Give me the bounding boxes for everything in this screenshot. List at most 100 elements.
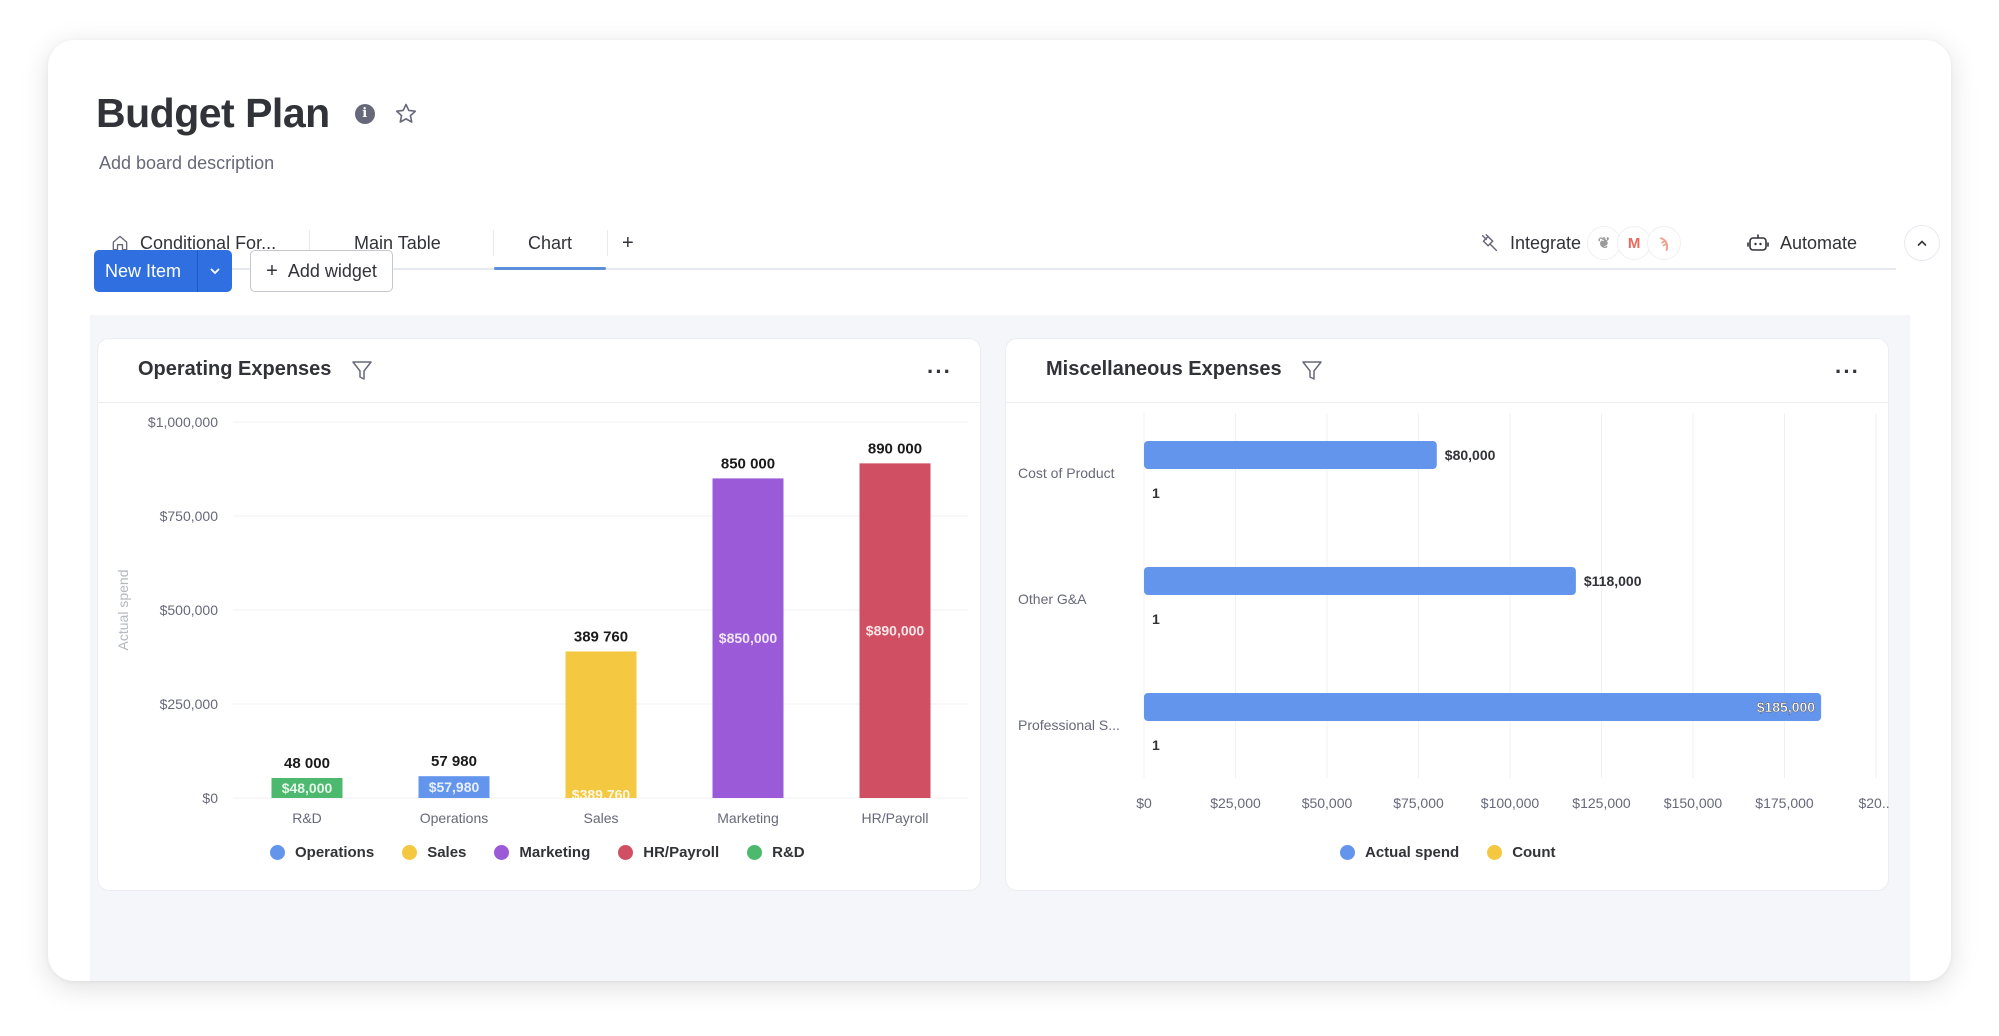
integrate-button[interactable]: Integrate ❦ M ϡ bbox=[1478, 218, 1682, 268]
add-view-label: + bbox=[622, 231, 634, 254]
x-tick-label: Operations bbox=[420, 810, 488, 826]
plus-icon: + bbox=[266, 259, 278, 282]
dashboard-area: Operating Expenses ··· $0 $250,000 $500,00… bbox=[90, 315, 1910, 981]
legend-label: Sales bbox=[427, 844, 467, 861]
collapse-header-button[interactable] bbox=[1904, 225, 1940, 261]
tab-separator bbox=[607, 230, 608, 256]
bar-value-label: $118,000 bbox=[1584, 573, 1642, 589]
bar bbox=[565, 651, 637, 798]
miscellaneous-expenses-widget: Miscellaneous Expenses ··· $0 $25,000 $50,… bbox=[1005, 338, 1890, 891]
legend-item[interactable]: Count bbox=[1487, 844, 1556, 861]
chart-legend: Actual spend Count bbox=[1340, 844, 1584, 861]
filter-icon[interactable] bbox=[1301, 359, 1323, 383]
robot-icon bbox=[1747, 234, 1769, 251]
bar-value-label: $80,000 bbox=[1445, 447, 1496, 463]
automate-label: Automate bbox=[1780, 232, 1858, 253]
y-tick-label: $250,000 bbox=[160, 696, 219, 712]
bar-value-label: 48 000 bbox=[284, 755, 330, 772]
y-tick-label: Professional S... bbox=[1018, 717, 1120, 733]
count-value-label: 1 bbox=[1152, 737, 1160, 753]
x-tick-label: $25,000 bbox=[1210, 795, 1261, 811]
bar-inner-label: $850,000 bbox=[719, 630, 778, 646]
legend-dot bbox=[1340, 845, 1355, 860]
y-axis-label: Actual spend bbox=[115, 570, 131, 651]
count-value-label: 1 bbox=[1152, 485, 1160, 501]
x-tick-label: Sales bbox=[583, 810, 618, 826]
x-tick-label: R&D bbox=[292, 810, 322, 826]
widget-header: Operating Expenses ··· bbox=[98, 339, 980, 403]
legend-item[interactable]: Actual spend bbox=[1340, 844, 1459, 861]
add-widget-label: Add widget bbox=[287, 260, 377, 281]
bar-value-label: 389 760 bbox=[574, 628, 628, 645]
x-tick-label: $50,000 bbox=[1302, 795, 1353, 811]
x-tick-label: $150,000 bbox=[1664, 795, 1723, 811]
bar bbox=[1144, 567, 1576, 595]
mailchimp-icon: ❦ bbox=[1587, 226, 1622, 260]
add-widget-button[interactable]: + Add widget bbox=[250, 250, 393, 292]
more-options-icon[interactable]: ··· bbox=[1835, 359, 1860, 385]
legend-item[interactable]: Marketing bbox=[494, 844, 590, 861]
legend-label: Marketing bbox=[519, 844, 591, 861]
new-item-button[interactable]: New Item bbox=[94, 250, 232, 292]
add-view-button[interactable]: + bbox=[622, 218, 634, 268]
y-tick-label: $0 bbox=[202, 790, 218, 806]
legend-item[interactable]: HR/Payroll bbox=[618, 844, 719, 861]
legend-dot bbox=[270, 845, 285, 860]
x-tick-label: $100,000 bbox=[1481, 795, 1540, 811]
board-card: Budget Plan i Add board description Cond… bbox=[48, 40, 1951, 981]
star-icon[interactable] bbox=[393, 101, 419, 127]
chart-legend: Operations Sales Marketing HR/Payroll R&D bbox=[270, 844, 833, 861]
board-description[interactable]: Add board description bbox=[99, 153, 274, 174]
legend-dot bbox=[494, 845, 510, 860]
tab-chart[interactable]: Chart bbox=[494, 218, 606, 270]
legend-item[interactable]: Sales bbox=[402, 844, 466, 861]
legend-label: HR/Payroll bbox=[643, 844, 720, 861]
widget-title: Operating Expenses bbox=[138, 358, 332, 380]
bar-value-label: 890 000 bbox=[868, 440, 922, 457]
tab-label: Chart bbox=[527, 232, 572, 253]
bar bbox=[1144, 441, 1437, 469]
bar-value-label: $185,000 bbox=[1757, 699, 1816, 715]
automate-button[interactable]: Automate bbox=[1746, 218, 1857, 268]
filter-icon[interactable] bbox=[351, 359, 373, 383]
bar-inner-label: $57,980 bbox=[429, 779, 480, 795]
legend-dot bbox=[618, 845, 634, 860]
chevron-up-icon bbox=[1917, 240, 1927, 246]
x-tick-label: $20... bbox=[1858, 795, 1890, 811]
count-value-label: 1 bbox=[1152, 611, 1160, 627]
x-tick-label: $0 bbox=[1136, 795, 1152, 811]
y-tick-label: Other G&A bbox=[1018, 591, 1087, 607]
y-tick-label: Cost of Product bbox=[1018, 465, 1115, 481]
miscellaneous-expenses-chart: $0 $25,000 $50,000 $75,000 $100,000 $125,000 $… bbox=[1018, 413, 1890, 811]
legend-item[interactable]: Operations bbox=[270, 844, 374, 861]
x-tick-label: HR/Payroll bbox=[862, 810, 929, 826]
bar-value-label: 57 980 bbox=[431, 753, 477, 770]
operating-expenses-widget: Operating Expenses ··· $0 $250,000 $500,00… bbox=[97, 338, 981, 891]
widget-header: Miscellaneous Expenses ··· bbox=[1006, 339, 1888, 403]
y-tick-label: $500,000 bbox=[160, 602, 219, 618]
x-tick-label: $125,000 bbox=[1572, 795, 1631, 811]
info-icon[interactable]: i bbox=[354, 103, 375, 124]
operating-expenses-chart: $0 $250,000 $500,000 $750,000 $1,000,000 Actu… bbox=[115, 414, 968, 826]
y-tick-label: $750,000 bbox=[160, 508, 219, 524]
legend-dot bbox=[402, 845, 418, 860]
legend-label: R&D bbox=[772, 844, 805, 861]
bar-inner-label: $890,000 bbox=[866, 623, 925, 639]
bar-inner-label: $48,000 bbox=[282, 780, 333, 796]
legend-label: Actual spend bbox=[1365, 844, 1460, 861]
hubspot-icon: ϡ bbox=[1647, 226, 1682, 260]
bar-inner-label: $389,760 bbox=[572, 787, 631, 803]
legend-dot bbox=[1487, 845, 1503, 860]
widget-title: Miscellaneous Expenses bbox=[1046, 358, 1282, 380]
x-tick-label: $75,000 bbox=[1393, 795, 1444, 811]
title-row: Budget Plan i bbox=[96, 90, 419, 137]
more-options-icon[interactable]: ··· bbox=[927, 359, 952, 385]
x-tick-label: Marketing bbox=[717, 810, 778, 826]
plug-icon bbox=[1481, 234, 1498, 252]
y-tick-label: $1,000,000 bbox=[148, 414, 218, 430]
legend-item[interactable]: R&D bbox=[747, 844, 805, 861]
bar-value-label: 850 000 bbox=[721, 455, 775, 472]
board-title[interactable]: Budget Plan bbox=[96, 90, 330, 137]
new-item-dropdown[interactable] bbox=[197, 250, 232, 292]
legend-dot bbox=[747, 845, 763, 860]
